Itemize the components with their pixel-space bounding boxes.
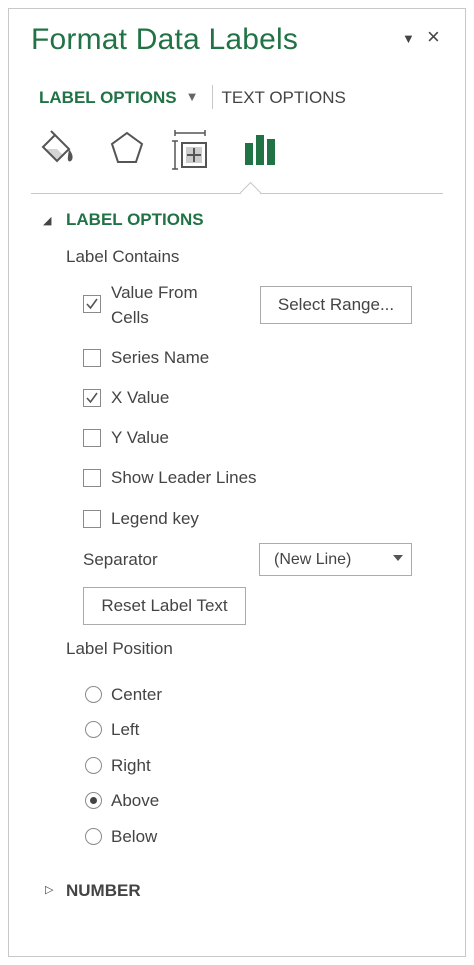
checkbox-label-show-leader-lines: Show Leader Lines — [111, 468, 257, 487]
label-contains-heading: Label Contains — [66, 247, 180, 266]
radio-below[interactable] — [85, 828, 102, 845]
checkbox-series-name[interactable] — [83, 349, 101, 367]
format-data-labels-pane: Format Data Labels ▼ × LABEL OPTIONS ▼ TEX… — [8, 8, 466, 957]
chevron-down-icon — [393, 555, 403, 561]
radio-label-above: Above — [111, 791, 160, 810]
checkbox-label-legend-key: Legend key — [111, 509, 199, 528]
radio-center[interactable] — [85, 686, 102, 703]
checkbox-show-leader-lines[interactable] — [83, 469, 101, 487]
checkbox-legend-key[interactable] — [83, 510, 101, 528]
select-range-button[interactable]: Select Range... — [260, 286, 412, 324]
tab-text-options[interactable]: TEXT OPTIONS — [221, 88, 345, 107]
checkbox-y-value[interactable] — [83, 429, 101, 447]
collapse-arrow-icon[interactable]: ◢ — [43, 214, 51, 227]
checkbox-label-value-from-cells-line2: Cells — [111, 308, 149, 327]
checkbox-label-value-from-cells: Value From — [111, 283, 198, 302]
separator-value: (New Line) — [274, 551, 352, 568]
effects-icon[interactable] — [107, 129, 147, 174]
radio-right[interactable] — [85, 757, 102, 774]
checkbox-value-from-cells[interactable] — [83, 295, 101, 313]
close-pane-button[interactable]: × — [427, 24, 440, 50]
section-title-label-options[interactable]: LABEL OPTIONS — [66, 210, 204, 230]
separator-dropdown[interactable]: (New Line) — [259, 543, 412, 576]
radio-label-center: Center — [111, 685, 163, 704]
label-options-icon[interactable] — [243, 129, 279, 174]
radio-label-right: Right — [111, 756, 151, 775]
pane-options-button[interactable]: ▼ — [402, 31, 415, 46]
radio-above[interactable] — [85, 792, 102, 809]
checkbox-x-value[interactable] — [83, 389, 101, 407]
tab-divider-line — [31, 193, 443, 194]
pane-title: Format Data Labels — [31, 23, 299, 56]
radio-left[interactable] — [85, 721, 102, 738]
tab-label-options[interactable]: LABEL OPTIONS — [39, 88, 177, 107]
label-position-heading: Label Position — [66, 639, 173, 658]
radio-selected-dot — [90, 797, 97, 804]
tab-divider — [212, 85, 214, 109]
fill-line-icon[interactable] — [37, 129, 81, 174]
size-properties-icon[interactable] — [171, 129, 211, 178]
expand-arrow-icon[interactable]: ▷ — [45, 883, 53, 896]
reset-label-text-button[interactable]: Reset Label Text — [83, 587, 246, 625]
checkbox-label-y-value: Y Value — [111, 428, 169, 447]
radio-label-left: Left — [111, 720, 140, 739]
section-title-number[interactable]: NUMBER — [66, 881, 141, 901]
checkbox-label-x-value: X Value — [111, 388, 170, 407]
checkbox-label-series-name: Series Name — [111, 348, 210, 367]
separator-label: Separator — [83, 550, 158, 569]
options-tabs: LABEL OPTIONS ▼ TEXT OPTIONS — [39, 85, 346, 109]
radio-label-below: Below — [111, 827, 158, 846]
chevron-down-icon[interactable]: ▼ — [186, 89, 199, 104]
selected-category-pointer — [239, 181, 262, 204]
